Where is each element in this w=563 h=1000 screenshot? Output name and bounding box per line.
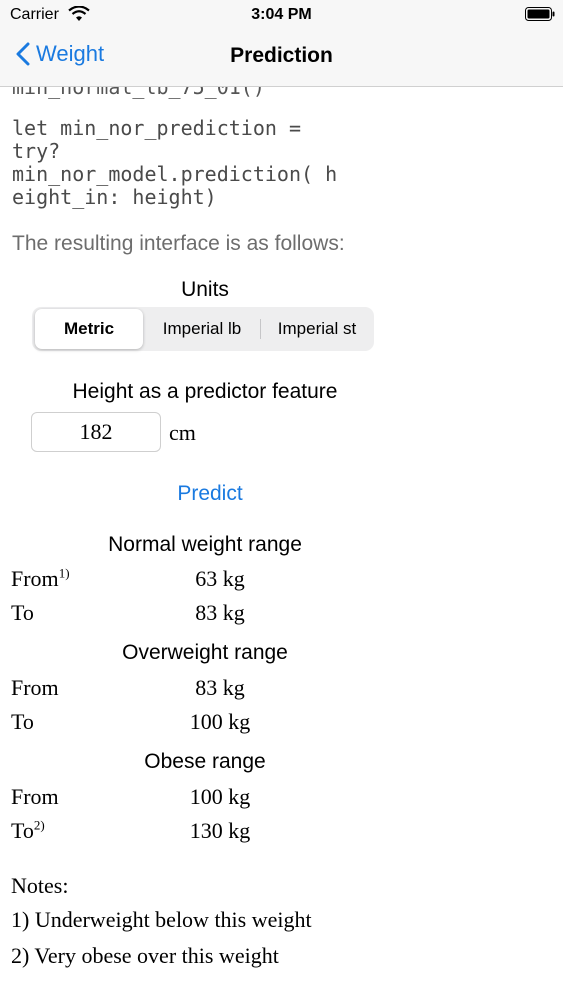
code-snippet: let min_nor_prediction = try? min_nor_mo… <box>12 116 338 209</box>
battery-icon <box>525 7 555 21</box>
status-bar: Carrier 3:04 PM <box>0 0 563 30</box>
footnote-marker: 2) <box>33 817 45 833</box>
obese-range-title: Obese range <box>144 750 266 773</box>
segment-imperial-lb[interactable]: Imperial lb <box>146 309 258 349</box>
note-item: 2) Very obese over this weight <box>11 943 279 968</box>
notes-heading: Notes: <box>11 873 69 898</box>
normal-to-label: To <box>11 600 34 625</box>
normal-from-value: 63 kg <box>195 566 245 591</box>
units-segmented-control: Metric Imperial lb Imperial st <box>32 307 374 351</box>
obese-from-label: From <box>11 784 59 809</box>
overweight-to-label: To <box>11 709 34 734</box>
height-unit: cm <box>169 420 196 445</box>
intro-text: The resulting interface is as follows: <box>12 232 345 255</box>
footnote-marker: 1) <box>58 565 70 581</box>
segment-divider <box>260 319 261 339</box>
height-label: Height as a predictor feature <box>72 380 338 403</box>
height-input[interactable] <box>31 412 161 452</box>
code-line-clipped: min_normal_lb_75_01() <box>12 87 265 99</box>
overweight-range-title: Overweight range <box>122 641 288 664</box>
content-scroll-view[interactable]: min_normal_lb_75_01() let min_nor_predic… <box>0 87 563 1000</box>
normal-range-title: Normal weight range <box>108 533 302 556</box>
obese-from-value: 100 kg <box>189 784 251 809</box>
normal-from-label: From1) <box>11 565 70 591</box>
overweight-from-value: 83 kg <box>195 675 245 700</box>
overweight-to-value: 100 kg <box>189 709 251 734</box>
overweight-from-label: From <box>11 675 59 700</box>
status-time: 3:04 PM <box>251 6 312 23</box>
segment-imperial-st[interactable]: Imperial st <box>262 309 372 349</box>
units-label: Units <box>181 278 229 301</box>
navigation-bar: Weight Prediction <box>0 30 563 87</box>
page-title: Prediction <box>230 44 333 67</box>
segment-metric[interactable]: Metric <box>35 309 143 349</box>
predict-button[interactable]: Predict <box>0 482 420 506</box>
obese-to-label: To2) <box>11 817 45 843</box>
note-item: 1) Underweight below this weight <box>11 907 312 932</box>
obese-to-value: 130 kg <box>189 818 251 843</box>
normal-to-value: 83 kg <box>195 600 245 625</box>
